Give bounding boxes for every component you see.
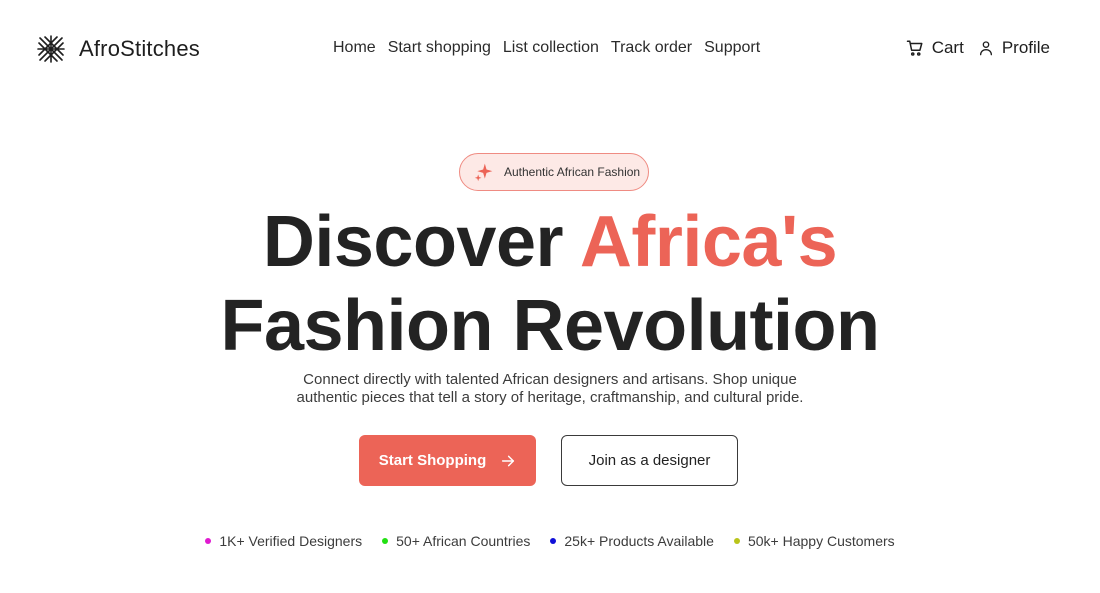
stat-designers: 1K+ Verified Designers xyxy=(205,533,362,549)
headline-accent: Africa's xyxy=(579,202,838,282)
header-actions: Cart Profile xyxy=(892,38,1050,58)
headline-part1: Discover xyxy=(262,202,580,282)
stat-label: 1K+ Verified Designers xyxy=(219,533,363,549)
stat-dot xyxy=(205,538,212,544)
cart-label: Cart xyxy=(931,38,964,57)
nav-item-home[interactable]: Home xyxy=(333,39,376,57)
stat-dot xyxy=(733,538,740,544)
start-shopping-button[interactable]: Start Shopping xyxy=(359,435,536,486)
stats-row: 1K+ Verified Designers 50+ African Count… xyxy=(0,533,1100,549)
main-nav: Home Start shopping List collection Trac… xyxy=(333,39,772,57)
subtitle-line-1: Connect directly with talented African d… xyxy=(303,371,797,388)
headline-line-2: Fashion Revolution xyxy=(220,286,880,366)
arrow-right-icon xyxy=(502,455,515,466)
stat-products: 25k+ Products Available xyxy=(550,533,714,549)
start-shopping-label: Start Shopping xyxy=(378,452,487,469)
brand-logo[interactable]: AfroStitches xyxy=(37,35,200,63)
join-designer-button[interactable]: Join as a designer xyxy=(561,435,738,486)
stat-countries: 50+ African Countries xyxy=(382,533,530,549)
stat-label: 50k+ Happy Customers xyxy=(747,533,895,549)
hero-badge: Authentic African Fashion xyxy=(459,153,649,191)
hero-headline: Discover Africa's Fashion Revolution xyxy=(0,200,1100,368)
stat-dot xyxy=(550,538,557,544)
nav-item-track-order[interactable]: Track order xyxy=(611,39,692,57)
hero-subtitle: Connect directly with talented African d… xyxy=(0,371,1100,407)
sparkle-icon xyxy=(474,163,493,182)
landing-page: AfroStitches Home Start shopping List co… xyxy=(0,0,1100,593)
profile-button[interactable]: Profile xyxy=(978,38,1050,58)
stat-label: 25k+ Products Available xyxy=(564,533,714,549)
cart-button[interactable]: Cart xyxy=(906,38,964,58)
stat-label: 50+ African Countries xyxy=(396,533,531,549)
join-designer-label: Join as a designer xyxy=(588,452,711,469)
user-icon xyxy=(979,41,992,56)
nav-item-list-collection[interactable]: List collection xyxy=(503,39,599,57)
nav-item-start-shopping[interactable]: Start shopping xyxy=(388,39,491,57)
cart-icon xyxy=(906,40,923,56)
badge-label: Authentic African Fashion xyxy=(504,165,641,179)
brand-name: AfroStitches xyxy=(79,36,201,61)
headline-line-1: Discover Africa's xyxy=(0,200,1100,284)
stat-customers: 50k+ Happy Customers xyxy=(733,533,895,549)
stat-dot xyxy=(382,538,389,544)
nav-item-support[interactable]: Support xyxy=(704,39,760,57)
profile-label: Profile xyxy=(1001,38,1050,57)
subtitle-line-2: authentic pieces that tell a story of he… xyxy=(296,389,804,406)
header: AfroStitches Home Start shopping List co… xyxy=(0,0,1100,100)
woven-star-icon xyxy=(37,35,65,63)
